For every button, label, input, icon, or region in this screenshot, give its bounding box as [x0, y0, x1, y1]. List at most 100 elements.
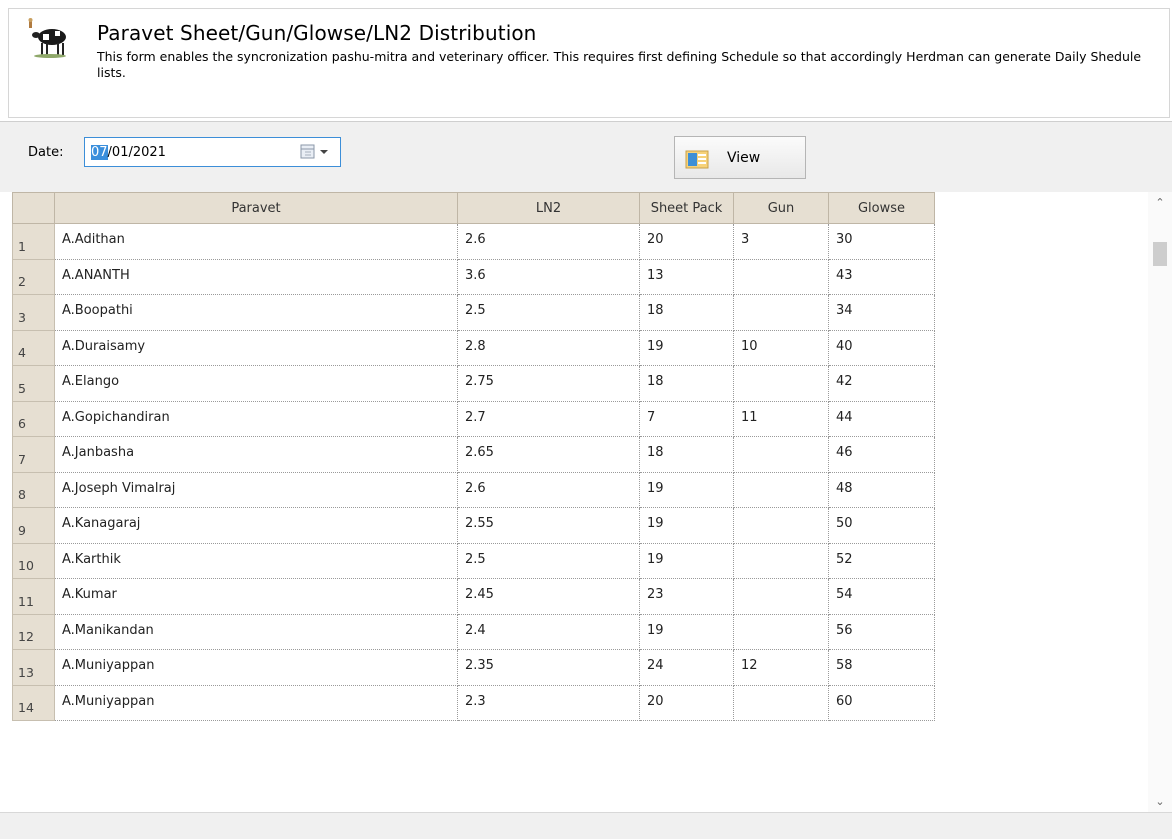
cell-gun[interactable] [733, 614, 829, 650]
cell-gun[interactable] [733, 543, 829, 579]
row-number[interactable]: 5 [12, 365, 55, 402]
row-number[interactable]: 13 [12, 649, 55, 686]
cell-gun[interactable] [733, 436, 829, 473]
date-remaining-text[interactable]: /01/2021 [108, 145, 166, 160]
cell-gun[interactable] [733, 685, 829, 721]
cell-glowse[interactable]: 30 [828, 223, 935, 260]
cell-glowse[interactable]: 40 [828, 330, 935, 366]
cell-sheet-pack[interactable]: 18 [639, 365, 734, 402]
cell-gun[interactable] [733, 578, 829, 615]
table-row[interactable]: 5 A.Elango 2.75 18 42 [12, 365, 935, 402]
cell-gun[interactable] [733, 472, 829, 508]
row-number[interactable]: 11 [12, 578, 55, 615]
cell-sheet-pack[interactable]: 18 [639, 436, 734, 473]
cell-glowse[interactable]: 54 [828, 578, 935, 615]
row-number[interactable]: 6 [12, 400, 55, 437]
cell-gun[interactable]: 3 [733, 223, 829, 260]
date-selected-segment[interactable]: 07 [91, 145, 108, 160]
cell-ln2[interactable]: 2.35 [457, 649, 640, 686]
table-row[interactable]: 7 A.Janbasha 2.65 18 46 [12, 436, 935, 473]
cell-paravet[interactable]: A.Kanagaraj [54, 507, 458, 544]
cell-paravet[interactable]: A.Gopichandiran [54, 401, 458, 437]
cell-ln2[interactable]: 2.55 [457, 507, 640, 544]
table-row[interactable]: 4 A.Duraisamy 2.8 19 10 40 [12, 329, 935, 366]
cell-glowse[interactable]: 44 [828, 401, 935, 437]
cell-glowse[interactable]: 52 [828, 543, 935, 579]
cell-ln2[interactable]: 2.5 [457, 294, 640, 331]
cell-sheet-pack[interactable]: 20 [639, 685, 734, 721]
cell-sheet-pack[interactable]: 19 [639, 472, 734, 508]
cell-paravet[interactable]: A.Muniyappan [54, 685, 458, 721]
cell-ln2[interactable]: 2.75 [457, 365, 640, 402]
table-row[interactable]: 9 A.Kanagaraj 2.55 19 50 [12, 507, 935, 544]
cell-sheet-pack[interactable]: 23 [639, 578, 734, 615]
cell-gun[interactable] [733, 365, 829, 402]
scroll-thumb[interactable] [1153, 242, 1167, 266]
cell-gun[interactable]: 12 [733, 649, 829, 686]
cell-ln2[interactable]: 2.5 [457, 543, 640, 579]
cell-paravet[interactable]: A.Elango [54, 365, 458, 402]
table-row[interactable]: 13 A.Muniyappan 2.35 24 12 58 [12, 649, 935, 686]
row-number[interactable]: 9 [12, 507, 55, 544]
paravet-distribution-grid[interactable]: Paravet LN2 Sheet Pack Gun Glowse 1 A.Adi… [12, 192, 1172, 812]
cell-sheet-pack[interactable]: 19 [639, 330, 734, 366]
view-button[interactable]: View [674, 136, 806, 179]
cell-ln2[interactable]: 2.6 [457, 472, 640, 508]
cell-sheet-pack[interactable]: 19 [639, 543, 734, 579]
row-number[interactable]: 4 [12, 329, 55, 366]
cell-paravet[interactable]: A.ANANTH [54, 259, 458, 295]
cell-sheet-pack[interactable]: 24 [639, 649, 734, 686]
cell-glowse[interactable]: 60 [828, 685, 935, 721]
table-row[interactable]: 14 A.Muniyappan 2.3 20 60 [12, 684, 935, 721]
cell-glowse[interactable]: 34 [828, 294, 935, 331]
cell-ln2[interactable]: 2.7 [457, 401, 640, 437]
cell-paravet[interactable]: A.Kumar [54, 578, 458, 615]
cell-glowse[interactable]: 50 [828, 507, 935, 544]
table-row[interactable]: 8 A.Joseph Vimalraj 2.6 19 48 [12, 471, 935, 508]
cell-ln2[interactable]: 2.3 [457, 685, 640, 721]
table-row[interactable]: 2 A.ANANTH 3.6 13 43 [12, 258, 935, 295]
cell-paravet[interactable]: A.Joseph Vimalraj [54, 472, 458, 508]
cell-ln2[interactable]: 2.8 [457, 330, 640, 366]
column-header-gun[interactable]: Gun [733, 192, 829, 224]
cell-ln2[interactable]: 3.6 [457, 259, 640, 295]
table-row[interactable]: 3 A.Boopathi 2.5 18 34 [12, 294, 935, 331]
table-row[interactable]: 11 A.Kumar 2.45 23 54 [12, 578, 935, 615]
column-header-paravet[interactable]: Paravet [54, 192, 458, 224]
cell-ln2[interactable]: 2.65 [457, 436, 640, 473]
cell-paravet[interactable]: A.Duraisamy [54, 330, 458, 366]
column-header-glowse[interactable]: Glowse [828, 192, 935, 224]
cell-sheet-pack[interactable]: 7 [639, 401, 734, 437]
cell-ln2[interactable]: 2.4 [457, 614, 640, 650]
date-value[interactable]: 07/01/2021 [91, 145, 166, 160]
grid-corner-cell[interactable] [12, 192, 55, 224]
cell-sheet-pack[interactable]: 20 [639, 223, 734, 260]
table-row[interactable]: 1 A.Adithan 2.6 20 3 30 [12, 223, 935, 260]
table-row[interactable]: 12 A.Manikandan 2.4 19 56 [12, 613, 935, 650]
row-number[interactable]: 3 [12, 294, 55, 331]
cell-glowse[interactable]: 42 [828, 365, 935, 402]
cell-sheet-pack[interactable]: 18 [639, 294, 734, 331]
row-number[interactable]: 14 [12, 684, 55, 721]
cell-ln2[interactable]: 2.45 [457, 578, 640, 615]
cell-glowse[interactable]: 48 [828, 472, 935, 508]
row-number[interactable]: 8 [12, 471, 55, 508]
cell-gun[interactable] [733, 259, 829, 295]
cell-paravet[interactable]: A.Manikandan [54, 614, 458, 650]
cell-gun[interactable] [733, 507, 829, 544]
cell-glowse[interactable]: 43 [828, 259, 935, 295]
calendar-dropdown-icon[interactable] [300, 144, 332, 160]
cell-ln2[interactable]: 2.6 [457, 223, 640, 260]
cell-glowse[interactable]: 58 [828, 649, 935, 686]
cell-paravet[interactable]: A.Muniyappan [54, 649, 458, 686]
cell-sheet-pack[interactable]: 19 [639, 614, 734, 650]
cell-glowse[interactable]: 56 [828, 614, 935, 650]
cell-paravet[interactable]: A.Karthik [54, 543, 458, 579]
table-row[interactable]: 6 A.Gopichandiran 2.7 7 11 44 [12, 400, 935, 437]
row-number[interactable]: 7 [12, 436, 55, 473]
cell-sheet-pack[interactable]: 13 [639, 259, 734, 295]
cell-paravet[interactable]: A.Janbasha [54, 436, 458, 473]
cell-gun[interactable] [733, 294, 829, 331]
cell-gun[interactable]: 10 [733, 330, 829, 366]
vertical-scrollbar[interactable]: ⌃ ⌄ [1148, 192, 1172, 812]
